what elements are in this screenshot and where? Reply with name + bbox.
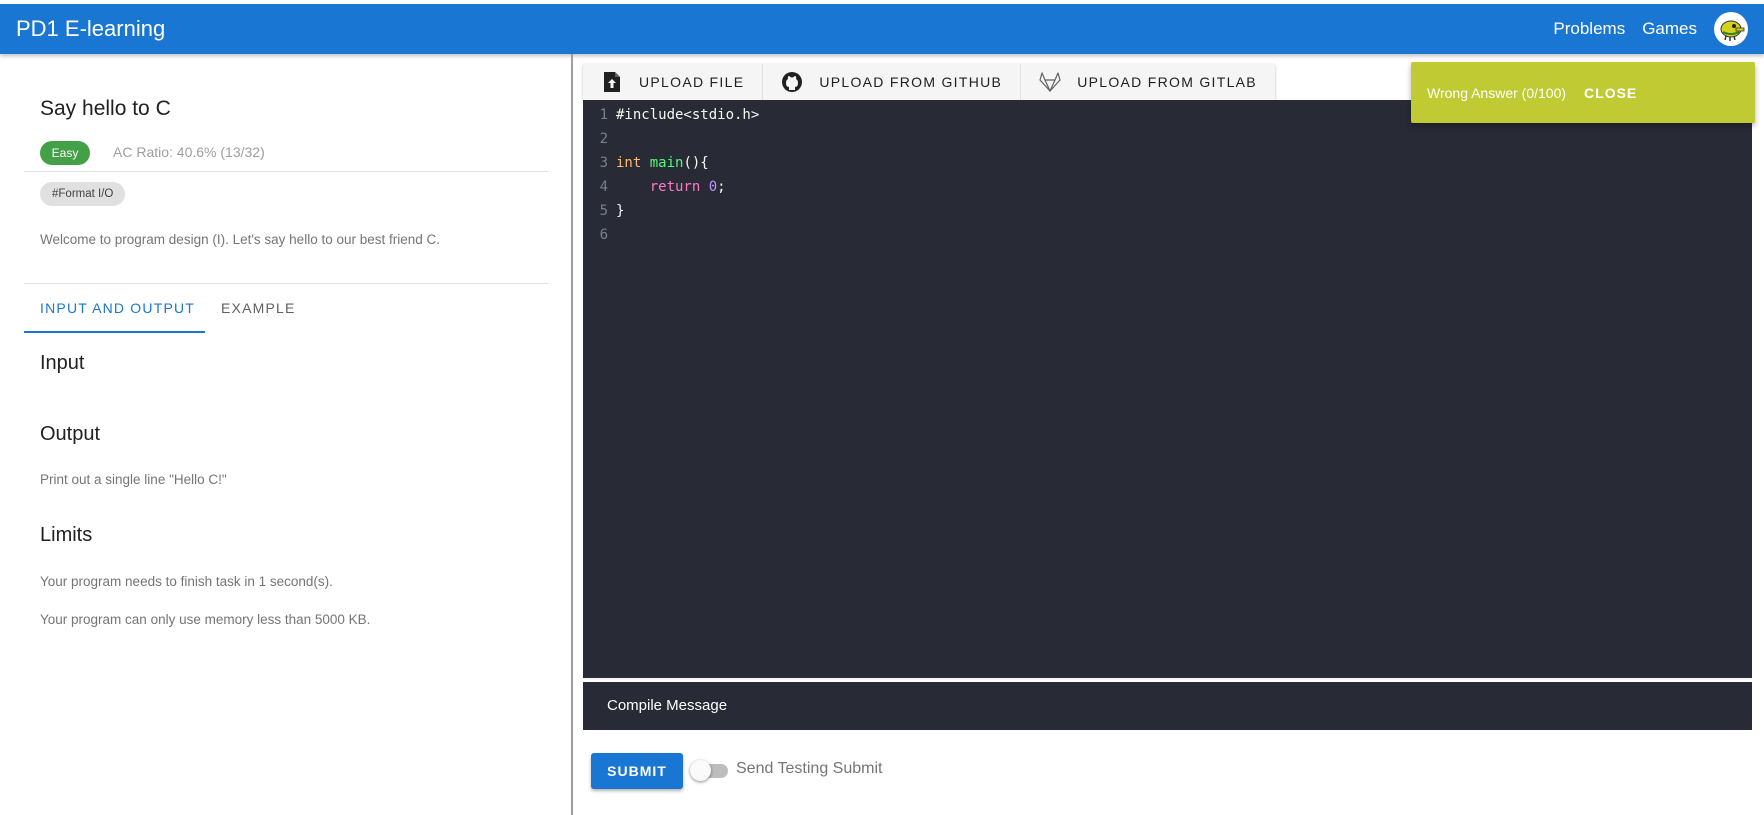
doodle-avatar-icon [1720, 20, 1745, 41]
submit-button[interactable]: SUBMIT [591, 753, 683, 789]
nav-games[interactable]: Games [1642, 19, 1697, 39]
result-snackbar: Wrong Answer (0/100) CLOSE [1411, 62, 1755, 123]
app-bar: PD1 E-learning Problems Games [0, 4, 1764, 54]
output-text: Print out a single line "Hello C!" [40, 472, 227, 487]
ac-ratio: AC Ratio: 40.6% (13/32) [113, 144, 265, 160]
upload-file-label: UPLOAD FILE [639, 74, 745, 90]
avatar[interactable] [1714, 12, 1748, 46]
limit-memory: Your program can only use memory less th… [40, 612, 371, 627]
upload-toolbar: UPLOAD FILE UPLOAD FROM GITHUB UPLOAD FR… [583, 64, 1275, 100]
problem-description: Welcome to program design (I). Let's say… [40, 232, 441, 247]
limit-time: Your program needs to finish task in 1 s… [40, 574, 333, 589]
testing-submit-label: Send Testing Submit [736, 760, 883, 777]
panel-separator[interactable] [571, 54, 573, 815]
output-heading: Output [40, 423, 101, 445]
code-line: 6 [599, 227, 608, 243]
problem-title: Say hello to C [40, 97, 171, 120]
divider [24, 171, 548, 172]
difficulty-badge: Easy [40, 141, 90, 165]
github-icon [781, 71, 803, 93]
code-line: 2 [599, 131, 608, 147]
compile-message-panel: Compile Message [583, 682, 1752, 730]
snackbar-message: Wrong Answer (0/100) [1427, 84, 1567, 101]
nav-problems[interactable]: Problems [1553, 19, 1625, 39]
upload-github-label: UPLOAD FROM GITHUB [819, 74, 1003, 90]
upload-gitlab-button[interactable]: UPLOAD FROM GITLAB [1021, 64, 1275, 100]
problem-panel: Say hello to C Easy AC Ratio: 40.6% (13/… [24, 55, 548, 815]
tab-indicator [24, 331, 205, 333]
tag-chip[interactable]: #Format I/O [40, 182, 126, 206]
input-heading: Input [40, 352, 85, 374]
code-line: 1 #include<stdio.h> [599, 107, 760, 123]
code-line: 4 return 0; [599, 179, 726, 195]
upload-github-button[interactable]: UPLOAD FROM GITHUB [763, 64, 1022, 100]
upload-gitlab-label: UPLOAD FROM GITLAB [1077, 74, 1257, 90]
file-upload-icon [601, 71, 623, 93]
tab-input-and-output[interactable]: INPUT AND OUTPUT [40, 300, 195, 316]
code-line: 5} [599, 203, 625, 219]
app-title[interactable]: PD1 E-learning [16, 16, 165, 42]
gitlab-icon [1039, 71, 1061, 93]
tab-example[interactable]: EXAMPLE [221, 300, 296, 316]
toggle-thumb[interactable] [690, 760, 711, 781]
divider [24, 283, 548, 284]
close-button[interactable]: CLOSE [1584, 85, 1637, 101]
code-line: 3 int main(){ [599, 155, 709, 171]
code-editor[interactable]: 1 #include<stdio.h> 2 3 int main(){ 4 retu… [583, 100, 1752, 680]
upload-file-button[interactable]: UPLOAD FILE [583, 64, 764, 100]
limits-heading: Limits [40, 524, 93, 546]
